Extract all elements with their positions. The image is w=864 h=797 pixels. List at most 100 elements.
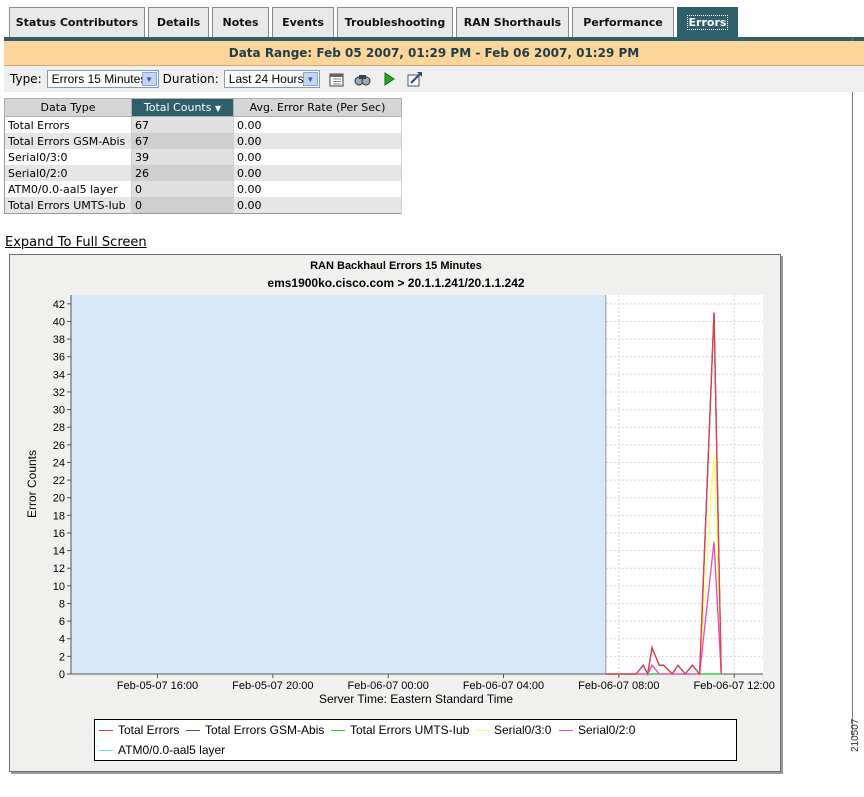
column-header-total-counts[interactable]: Total Counts ▼ [131, 98, 234, 117]
x-tick-label: Feb-05-07 16:00 [117, 680, 198, 692]
column-header-label: Total Counts [143, 101, 212, 114]
tab-status-contributors[interactable]: Status Contributors [9, 7, 145, 37]
y-tick-label: 8 [59, 598, 65, 610]
cell-data-type: Serial0/2:0 [4, 165, 132, 181]
cell-avg-rate: 0.00 [233, 116, 402, 133]
sort-desc-icon: ▼ [214, 104, 222, 113]
legend-item-serial0-2-0: Serial0/2:0 [559, 723, 635, 737]
y-tick-label: 12 [53, 563, 65, 575]
tab-label: Notes [222, 16, 259, 29]
table-header-row: Data Type Total Counts ▼ Avg. Error Rate… [4, 98, 402, 117]
export-icon[interactable] [406, 70, 424, 88]
legend-swatch [99, 749, 113, 751]
tab-label: Performance [583, 16, 663, 29]
type-label: Type: [10, 72, 42, 86]
data-range-text: Data Range: Feb 05 2007, 01:29 PM - Feb … [228, 46, 640, 60]
x-tick-label: Feb-06-07 00:00 [347, 680, 428, 692]
cell-avg-rate: 0.00 [233, 165, 402, 181]
tab-ran-shorthauls[interactable]: RAN Shorthauls [456, 7, 569, 37]
cell-avg-rate: 0.00 [233, 149, 402, 165]
expand-full-screen-link[interactable]: Expand To Full Screen [5, 235, 147, 250]
column-header-data-type[interactable]: Data Type [4, 98, 132, 117]
cell-total-counts: 0 [131, 181, 234, 197]
data-range-banner: Data Range: Feb 05 2007, 01:29 PM - Feb … [4, 41, 864, 66]
x-tick-label: Feb-06-07 08:00 [578, 680, 659, 692]
chart-legend: Total Errors Total Errors GSM-Abis Total… [94, 719, 737, 761]
y-tick-label: 10 [53, 581, 65, 593]
find-icon[interactable] [354, 70, 372, 88]
y-tick-label: 38 [53, 334, 65, 346]
chart-panel: RAN Backhaul Errors 15 Minutes ems1900ko… [9, 254, 781, 772]
legend-label: Total Errors GSM-Abis [205, 723, 325, 737]
cell-total-counts: 39 [131, 149, 234, 165]
chevron-down-icon: ▼ [141, 72, 157, 86]
table-row[interactable]: ATM0/0.0-aal5 layer 0 0.00 [4, 181, 402, 197]
y-tick-label: 36 [53, 352, 65, 364]
x-tick-label: Feb-05-07 20:00 [232, 680, 313, 692]
table-row[interactable]: Serial0/3:0 39 0.00 [4, 149, 402, 165]
tab-label: RAN Shorthauls [463, 16, 562, 29]
y-tick-label: 6 [59, 616, 65, 628]
legend-swatch [99, 729, 113, 731]
legend-label: Serial0/2:0 [578, 723, 636, 737]
legend-item-total-errors-umts-iub: Total Errors UMTS-Iub [331, 723, 469, 737]
tab-details[interactable]: Details [148, 7, 209, 37]
table-row[interactable]: Serial0/2:0 26 0.00 [4, 165, 402, 181]
tab-bar: Status Contributors Details Notes Events… [0, 0, 864, 38]
x-tick-label: Feb-06-07 12:00 [693, 680, 774, 692]
y-tick-label: 2 [59, 651, 65, 663]
table-row[interactable]: Total Errors 67 0.00 [4, 116, 402, 133]
legend-swatch [331, 729, 345, 731]
duration-select[interactable]: Last 24 Hours ▼ [223, 70, 320, 88]
tab-troubleshooting[interactable]: Troubleshooting [337, 7, 453, 37]
calendar-icon[interactable] [328, 70, 346, 88]
legend-swatch [559, 729, 573, 731]
y-tick-label: 16 [53, 528, 65, 540]
tab-label: Errors [686, 15, 729, 30]
y-tick-label: 34 [53, 369, 65, 381]
cell-avg-rate: 0.00 [233, 181, 402, 197]
cell-total-counts: 67 [131, 133, 234, 149]
tab-notes[interactable]: Notes [212, 7, 269, 37]
cell-total-counts: 67 [131, 116, 234, 133]
cell-avg-rate: 0.00 [233, 133, 402, 149]
y-tick-label: 40 [53, 316, 65, 328]
table-row[interactable]: Total Errors GSM-Abis 67 0.00 [4, 133, 402, 149]
duration-select-value: Last 24 Hours [228, 72, 304, 86]
column-header-avg-error-rate[interactable]: Avg. Error Rate (Per Sec) [233, 98, 402, 117]
tab-events[interactable]: Events [272, 7, 334, 37]
tab-label: Events [282, 16, 324, 29]
play-icon[interactable] [380, 70, 398, 88]
y-tick-label: 0 [59, 669, 65, 681]
y-tick-label: 4 [59, 634, 65, 646]
y-tick-label: 26 [53, 440, 65, 452]
y-tick-label: 42 [53, 299, 65, 311]
tab-performance[interactable]: Performance [572, 7, 674, 37]
chevron-down-icon: ▼ [302, 72, 318, 86]
legend-label: ATM0/0.0-aal5 layer [118, 743, 226, 757]
y-tick-label: 20 [53, 493, 65, 505]
x-axis-label: Server Time: Eastern Standard Time [318, 692, 514, 706]
cell-data-type: Total Errors UMTS-Iub [4, 197, 132, 214]
legend-item-atm-aal5: ATM0/0.0-aal5 layer [99, 743, 225, 757]
y-tick-label: 24 [53, 457, 65, 469]
table-row[interactable]: Total Errors UMTS-Iub 0 0.00 [4, 197, 402, 214]
x-tick-label: Feb-06-07 04:00 [463, 680, 544, 692]
legend-item-total-errors-gsm-abis: Total Errors GSM-Abis [186, 723, 324, 737]
legend-swatch [186, 729, 200, 731]
legend-label: Total Errors UMTS-Iub [350, 723, 470, 737]
tab-label: Status Contributors [15, 16, 139, 29]
cell-avg-rate: 0.00 [233, 197, 402, 214]
duration-label: Duration: [162, 72, 219, 86]
tab-errors[interactable]: Errors [677, 7, 738, 37]
type-select[interactable]: Errors 15 Minutes ▼ [46, 70, 159, 88]
tab-label: Troubleshooting [344, 16, 446, 29]
legend-item-serial0-3-0: Serial0/3:0 [475, 723, 551, 737]
cell-data-type: Total Errors GSM-Abis [4, 133, 132, 149]
cell-total-counts: 0 [131, 197, 234, 214]
cell-data-type: ATM0/0.0-aal5 layer [4, 181, 132, 197]
y-axis-label: Error Counts [25, 449, 39, 519]
y-tick-label: 14 [53, 546, 65, 558]
panel-right-border [852, 38, 853, 738]
error-summary-table: Data Type Total Counts ▼ Avg. Error Rate… [4, 98, 402, 214]
